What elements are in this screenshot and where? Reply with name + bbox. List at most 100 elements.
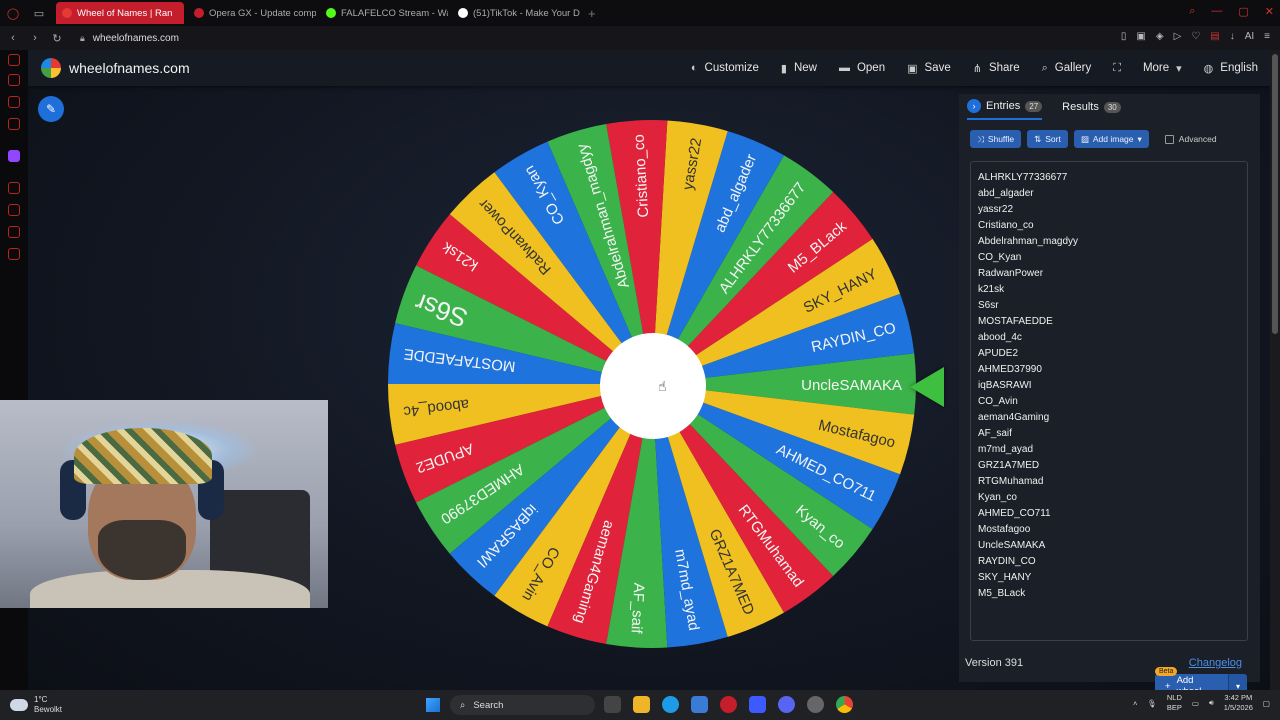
entry-line[interactable]: m7md_ayad xyxy=(971,442,1247,458)
collapse-icon[interactable]: › xyxy=(967,99,981,113)
discord-icon[interactable] xyxy=(778,696,795,713)
minimize-icon[interactable]: — xyxy=(1211,5,1222,18)
entry-line[interactable]: AHMED37990 xyxy=(971,362,1247,378)
sort-button[interactable]: ⇅ Sort xyxy=(1027,130,1068,148)
entry-line[interactable]: RAYDIN_CO xyxy=(971,554,1247,570)
sidebar-app-icon[interactable] xyxy=(8,74,20,86)
page-scrollbar[interactable] xyxy=(1270,50,1280,690)
sidebar-app-icon[interactable] xyxy=(8,118,20,130)
menu-item-new[interactable]: ▮ New xyxy=(781,62,817,75)
forward-icon[interactable]: › xyxy=(26,32,44,44)
menu-item-open[interactable]: ▬ Open xyxy=(839,62,885,74)
scrollbar-thumb[interactable] xyxy=(1272,54,1278,334)
entry-line[interactable]: AF_saif xyxy=(971,426,1247,442)
taskbar-search[interactable]: ⌕ Search xyxy=(450,695,595,715)
entry-line[interactable]: yassr22 xyxy=(971,202,1247,218)
entry-line[interactable]: APUDE2 xyxy=(971,346,1247,362)
entry-line[interactable]: abd_algader xyxy=(971,186,1247,202)
chrome-icon[interactable] xyxy=(836,696,853,713)
entries-textarea[interactable]: ALHRKLY77336677 abd_algader yassr22 Cristia… xyxy=(970,161,1248,690)
close-icon[interactable]: ✕ xyxy=(1265,5,1274,18)
tab-entries[interactable]: › Entries 27 xyxy=(967,94,1043,120)
bookmark-icon[interactable]: ▯ xyxy=(1121,31,1127,42)
reload-icon[interactable]: ↻ xyxy=(48,32,66,45)
app-icon[interactable] xyxy=(807,696,824,713)
entry-line[interactable]: Cristiano_co xyxy=(971,218,1247,234)
entry-line[interactable]: MOSTAFAEDDE xyxy=(971,314,1247,330)
sidebar-app-icon[interactable] xyxy=(8,182,20,194)
language-indicator[interactable]: NLD BEP xyxy=(1167,693,1182,713)
notification-icon[interactable]: ▢ xyxy=(1263,699,1270,708)
app-icon[interactable] xyxy=(749,696,766,713)
weather-widget[interactable]: 1°C Bewolkt xyxy=(10,695,62,715)
entry-line[interactable]: RadwanPower xyxy=(971,266,1247,282)
add-image-button[interactable]: ▨ Add image ▾ xyxy=(1073,130,1149,148)
sidebar-app-icon[interactable] xyxy=(8,96,20,108)
checkbox-icon[interactable] xyxy=(1164,134,1174,144)
sidebar-app-icon[interactable] xyxy=(8,204,20,216)
entry-line[interactable]: k21sk xyxy=(971,282,1247,298)
maximize-icon[interactable]: ▢ xyxy=(1238,5,1248,18)
entry-line[interactable]: aeman4Gaming xyxy=(971,410,1247,426)
chevron-down-icon[interactable]: ▾ xyxy=(1228,674,1247,690)
browser-tab[interactable]: FALAFELCO Stream - Wat xyxy=(320,2,448,24)
entry-line[interactable]: UncleSAMAKA xyxy=(971,538,1247,554)
entry-line[interactable]: Kyan_co xyxy=(971,490,1247,506)
clock[interactable]: 3:42 PM 1/5/2026 xyxy=(1224,693,1253,713)
menu-item-share[interactable]: ⋔ Share xyxy=(973,62,1020,75)
menu-item-save[interactable]: ▣ Save xyxy=(907,62,951,75)
advanced-checkbox[interactable]: Advanced xyxy=(1164,134,1217,144)
add-wheel-button[interactable]: + Add wheel ▾ xyxy=(1155,674,1247,690)
windows-start-icon[interactable] xyxy=(426,698,440,712)
heart-icon[interactable]: ♡ xyxy=(1191,31,1200,42)
changelog-link[interactable]: Changelog xyxy=(1189,657,1242,669)
file-explorer-icon[interactable] xyxy=(633,696,650,713)
add-wheel-main[interactable]: + Add wheel xyxy=(1155,674,1228,690)
edit-icon[interactable]: ✎ xyxy=(38,96,64,122)
opera-gx-icon[interactable] xyxy=(720,696,737,713)
menu-item-english[interactable]: ◍ English xyxy=(1204,62,1258,75)
entry-line[interactable]: RTGMuhamad xyxy=(971,474,1247,490)
shuffle-button[interactable]: ⤨ Shuffle xyxy=(970,130,1022,148)
entry-line[interactable]: AHMED_CO711 xyxy=(971,506,1247,522)
microphone-icon[interactable]: 🎙︎ xyxy=(1147,699,1157,708)
download-icon[interactable]: ↓ xyxy=(1230,31,1235,42)
shield-icon[interactable]: ◈ xyxy=(1156,31,1164,42)
snapshot-icon[interactable]: ▣ xyxy=(1136,31,1145,42)
twitch-icon[interactable] xyxy=(8,150,20,162)
sidebar-app-icon[interactable] xyxy=(8,54,20,66)
task-view-icon[interactable] xyxy=(604,696,621,713)
entry-line[interactable]: Abdelrahman_magdyy xyxy=(971,234,1247,250)
sidebar-app-icon[interactable] xyxy=(8,248,20,260)
opera-logo-icon[interactable]: ◯ xyxy=(0,0,26,26)
entry-line[interactable]: Mostafagoo xyxy=(971,522,1247,538)
menu-item-customize[interactable]: ◐ Customize xyxy=(691,62,759,74)
chevron-up-icon[interactable]: ˄ xyxy=(1133,699,1137,708)
site-logo-icon[interactable] xyxy=(41,58,61,78)
entry-line[interactable]: ALHRKLY77336677 xyxy=(971,170,1247,186)
entry-line[interactable]: iqBASRAWI xyxy=(971,378,1247,394)
browser-tab[interactable]: (51)TikTok - Make Your Da xyxy=(452,2,580,24)
tab-results[interactable]: Results 30 xyxy=(1062,94,1121,120)
sidebar-app-icon[interactable] xyxy=(8,226,20,238)
menu-item-gallery[interactable]: ⌕ Gallery xyxy=(1042,62,1092,75)
new-tab-icon[interactable]: + xyxy=(588,6,596,21)
flow-icon[interactable]: ▷ xyxy=(1174,31,1182,42)
entry-line[interactable]: S6sr xyxy=(971,298,1247,314)
menu-icon[interactable]: ≡ xyxy=(1264,31,1270,42)
network-icon[interactable]: ▭ xyxy=(1192,699,1199,708)
entry-line[interactable]: abood_4c xyxy=(971,330,1247,346)
store-icon[interactable] xyxy=(691,696,708,713)
back-icon[interactable]: ‹ xyxy=(4,32,22,44)
site-title[interactable]: wheelofnames.com xyxy=(69,60,190,76)
entry-line[interactable]: CO_Kyan xyxy=(971,250,1247,266)
ai-icon[interactable]: AI xyxy=(1245,31,1254,42)
menu-item-fullscreen[interactable]: ⛶ xyxy=(1113,62,1121,75)
entry-line[interactable]: GRZ1A7MED xyxy=(971,458,1247,474)
browser-tab[interactable]: Wheel of Names | Ran xyxy=(56,2,184,24)
edge-icon[interactable] xyxy=(662,696,679,713)
volume-icon[interactable]: 🔊︎ xyxy=(1209,698,1214,708)
wheel-center[interactable] xyxy=(600,333,706,439)
address-field[interactable]: 🔒︎ wheelofnames.com xyxy=(80,33,179,44)
browser-tab[interactable]: Opera GX - Update compl xyxy=(188,2,316,24)
